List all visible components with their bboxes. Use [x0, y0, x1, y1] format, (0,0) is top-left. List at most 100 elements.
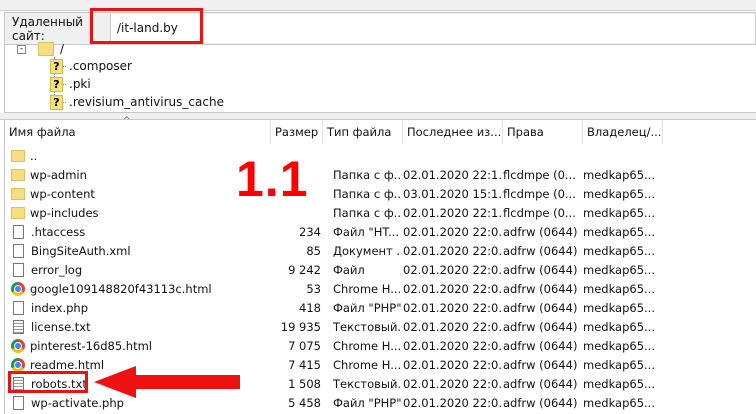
file-modified: 02.01.2020 22:1... — [403, 167, 501, 182]
file-name-cell: google109148820f43113c.html — [5, 281, 271, 296]
file-row[interactable]: pinterest-16d85.html 7 075 Chrome H... 0… — [5, 336, 756, 355]
file-permissions: flcdmpe (0... — [503, 167, 576, 182]
file-owner: medkap65... — [583, 186, 655, 201]
column-header-name[interactable]: Имя файла — [5, 120, 271, 144]
file-name-cell: pinterest-16d85.html — [5, 338, 271, 353]
file-icon — [13, 300, 24, 315]
file-row[interactable]: index.php 418 Файл "PHP" 02.01.2020 22:0… — [5, 298, 756, 317]
file-modified: 02.01.2020 22:0... — [403, 376, 501, 391]
file-row[interactable]: google109148820f43113c.html 53 Chrome H.… — [5, 279, 756, 298]
file-permissions: adfrw (0644) — [503, 376, 578, 391]
file-icon — [13, 395, 24, 410]
file-name: .. — [30, 148, 38, 163]
file-modified: 02.01.2020 22:0... — [403, 395, 501, 410]
tree-root-label: / — [60, 42, 65, 56]
tree-item[interactable]: ? .composer — [50, 57, 132, 75]
file-size: 5 458 — [288, 395, 321, 410]
file-modified: 02.01.2020 22:1... — [403, 205, 501, 220]
highlight-box-path — [90, 8, 203, 44]
file-size: 9 242 — [288, 262, 321, 277]
file-type: Chrome H... — [333, 357, 401, 372]
chrome-icon — [11, 281, 25, 296]
file-name-cell: wp-content — [5, 187, 271, 201]
file-size: 234 — [299, 224, 321, 239]
file-name: .htaccess — [31, 224, 86, 239]
tree-root[interactable]: - / — [17, 40, 64, 58]
file-size: 1 508 — [288, 376, 321, 391]
file-row[interactable]: wp-content Папка с ф... 03.01.2020 15:1.… — [5, 184, 756, 203]
file-row[interactable]: wp-includes Папка с ф... 02.01.2020 22:1… — [5, 203, 756, 222]
file-size: 418 — [299, 300, 321, 315]
folder-icon — [38, 42, 54, 56]
file-owner: medkap65... — [583, 224, 655, 239]
file-row[interactable]: BingSiteAuth.xml 85 Документ ... 02.01.2… — [5, 241, 756, 260]
file-owner: medkap65... — [583, 281, 655, 296]
file-permissions: adfrw (0644) — [503, 281, 578, 296]
column-header-type[interactable]: Тип файла — [323, 120, 403, 144]
file-owner: medkap65... — [583, 300, 655, 315]
file-permissions: flcdmpe (0... — [503, 205, 576, 220]
folder-icon — [11, 149, 25, 162]
file-row[interactable]: error_log 9 242 Файл 02.01.2020 22:0... … — [5, 260, 756, 279]
file-name-cell: wp-admin — [5, 168, 271, 182]
tree-item-label: .pki — [69, 77, 91, 91]
file-owner: medkap65... — [583, 376, 655, 391]
file-owner: medkap65... — [583, 205, 655, 220]
file-permissions: adfrw (0644) — [503, 224, 578, 239]
file-owner: medkap65... — [583, 262, 655, 277]
file-permissions: adfrw (0644) — [503, 395, 578, 410]
file-row[interactable]: .. — [5, 146, 756, 165]
file-row[interactable]: .htaccess 234 Файл "HT... 02.01.2020 22:… — [5, 222, 756, 241]
column-header-size[interactable]: Размер — [271, 120, 323, 144]
file-owner: medkap65... — [583, 338, 655, 353]
file-row[interactable]: wp-admin Папка с ф... 02.01.2020 22:1...… — [5, 165, 756, 184]
unknown-folder-icon: ? — [50, 76, 63, 92]
file-name-cell: index.php — [5, 300, 271, 315]
tree-item[interactable]: ? .pki — [50, 75, 91, 93]
file-size: 7 415 — [288, 357, 321, 372]
file-type: Папка с ф... — [333, 167, 401, 182]
file-modified: 02.01.2020 22:0... — [403, 338, 501, 353]
file-icon — [13, 224, 24, 239]
file-permissions: adfrw (0644) — [503, 338, 578, 353]
file-type: Текстовый... — [333, 376, 401, 391]
file-type: Chrome H... — [333, 281, 401, 296]
folder-icon — [11, 206, 25, 219]
column-header-modified[interactable]: Последнее из... — [403, 120, 503, 144]
column-header-owner[interactable]: Владелец/... — [583, 120, 663, 144]
step-label: 1.1 — [236, 151, 309, 207]
remote-site-input[interactable]: /it-land.by — [110, 14, 755, 43]
file-modified: 02.01.2020 22:0... — [403, 224, 501, 239]
file-modified: 02.01.2020 22:0... — [403, 281, 501, 296]
file-size: 85 — [306, 243, 321, 258]
file-type: Chrome H... — [333, 338, 401, 353]
file-row[interactable]: license.txt 19 935 Текстовый... 02.01.20… — [5, 317, 756, 336]
file-name: google109148820f43113c.html — [30, 281, 212, 296]
file-owner: medkap65... — [583, 319, 655, 334]
file-name-cell: .. — [5, 149, 271, 163]
file-type: Текстовый... — [333, 319, 401, 334]
file-type: Файл "PHP" — [333, 395, 401, 410]
file-permissions: flcdmpe (0... — [503, 186, 576, 201]
file-owner: medkap65... — [583, 167, 655, 182]
chrome-icon — [11, 338, 25, 353]
file-type: Файл "HT... — [333, 224, 399, 239]
remote-directory-tree: - / ? .composer ? .pki ? .revisium_antiviru… — [4, 42, 756, 113]
collapse-icon[interactable]: - — [17, 44, 26, 54]
file-name-cell: .htaccess — [5, 224, 271, 239]
file-permissions: adfrw (0644) — [503, 357, 578, 372]
folder-icon — [11, 168, 25, 181]
sort-ascending-icon: ^ — [123, 116, 131, 126]
file-permissions: adfrw (0644) — [503, 262, 578, 277]
file-type: Папка с ф... — [333, 205, 401, 220]
file-name: wp-content — [30, 186, 95, 201]
pane-splitter[interactable] — [0, 113, 756, 120]
file-type: Документ ... — [333, 243, 401, 258]
file-name: BingSiteAuth.xml — [31, 243, 131, 258]
file-owner: medkap65... — [583, 357, 655, 372]
file-modified: 02.01.2020 22:0... — [403, 300, 501, 315]
file-icon — [13, 243, 24, 258]
tree-item[interactable]: ? .revisium_antivirus_cache — [50, 93, 224, 111]
file-type: Файл — [333, 262, 365, 277]
column-header-permissions[interactable]: Права — [503, 120, 583, 144]
